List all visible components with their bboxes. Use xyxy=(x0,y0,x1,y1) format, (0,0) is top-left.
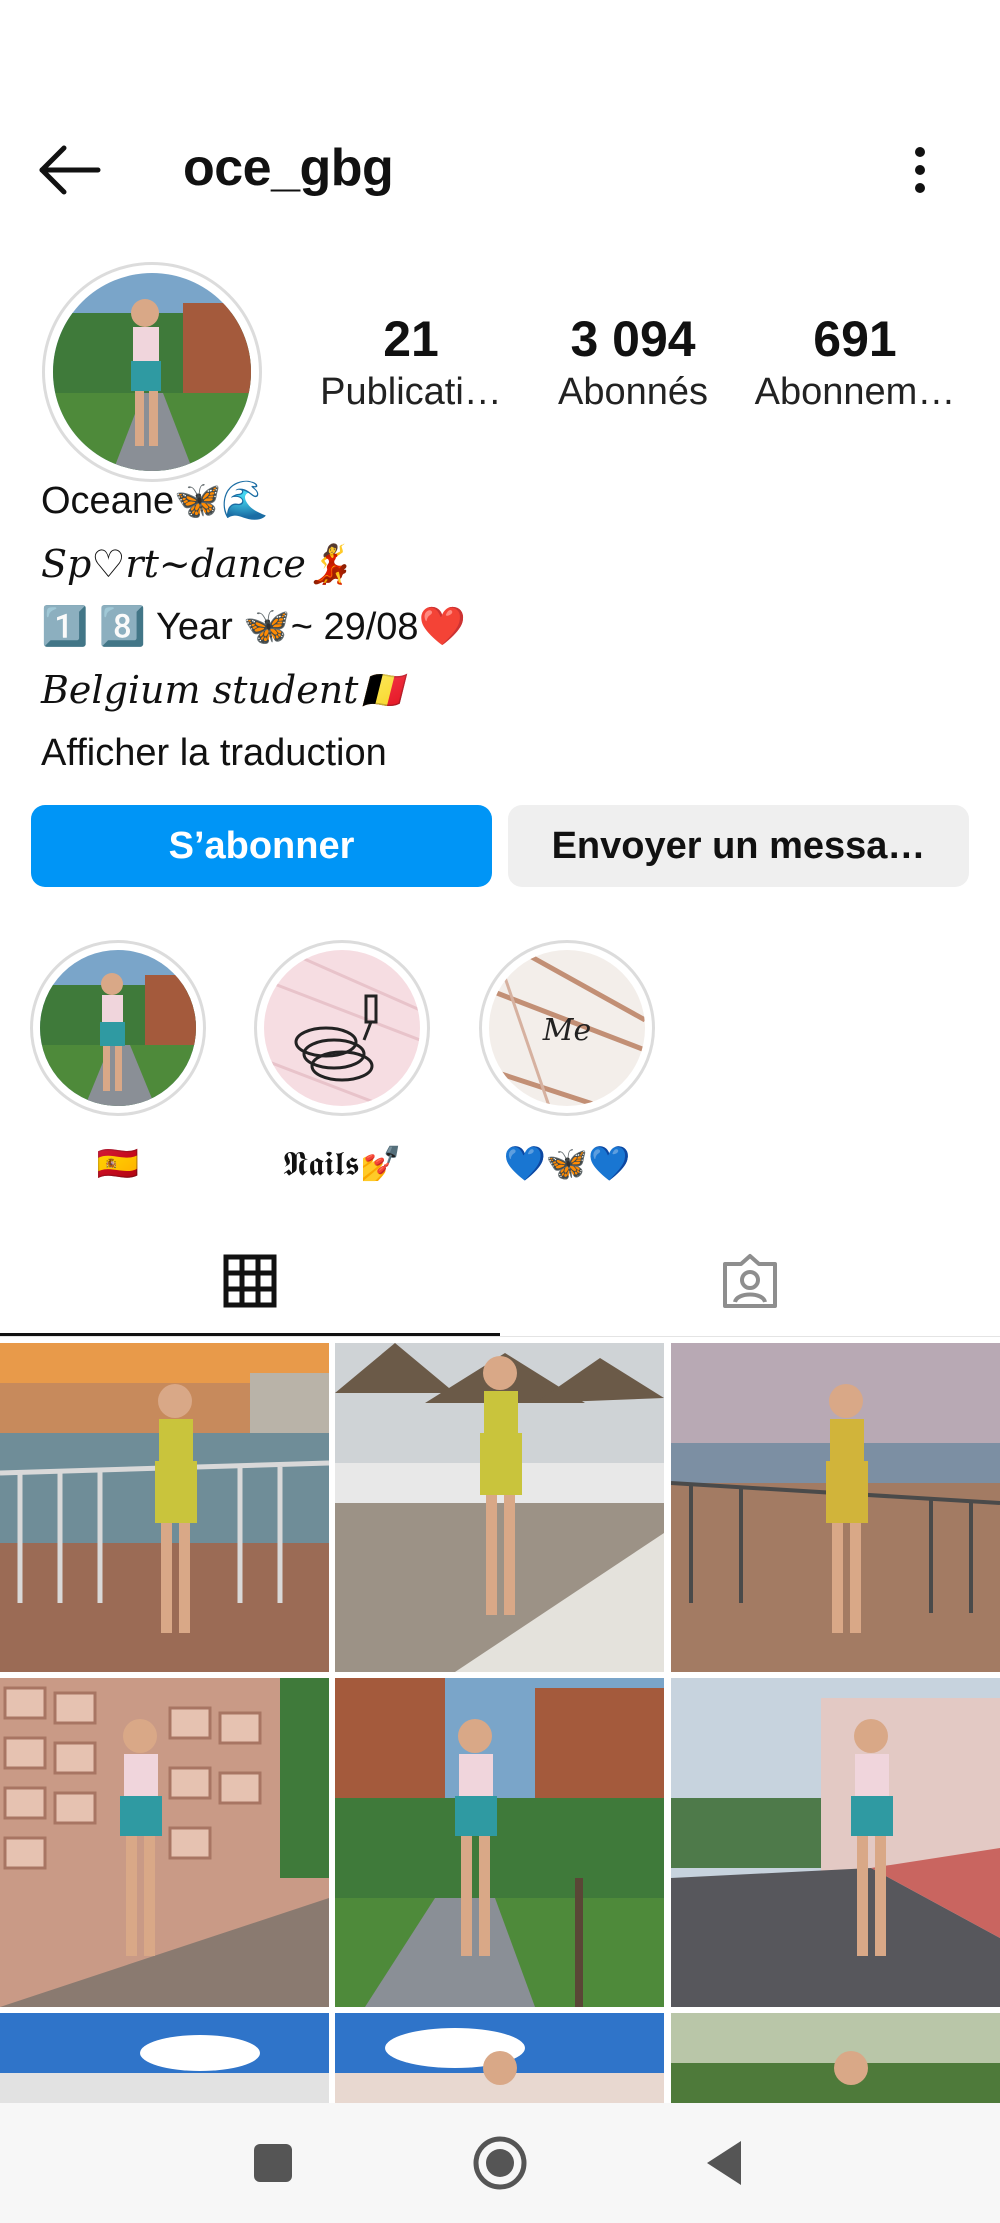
highlight-me[interactable]: Me 💙🦋💙 xyxy=(479,940,655,1184)
tab-tagged[interactable] xyxy=(500,1225,1000,1337)
post-thumbnail[interactable] xyxy=(671,1343,1000,1672)
stat-following-count: 691 xyxy=(813,311,897,367)
more-options-icon[interactable] xyxy=(890,140,950,200)
grid-icon xyxy=(223,1254,277,1308)
highlight-me-text: Me xyxy=(542,1013,591,1048)
stat-posts-count: 21 xyxy=(383,311,439,367)
highlight-me-cover: Me xyxy=(479,940,655,1116)
system-nav-bar xyxy=(0,2103,1000,2223)
stat-following-label: Abonnem… xyxy=(754,371,956,413)
back-nav-icon[interactable] xyxy=(697,2133,757,2193)
profile-username: oce_gbg xyxy=(183,139,394,197)
stat-posts[interactable]: 21 Publicati… xyxy=(296,310,526,416)
translate-link[interactable]: Afficher la traduction xyxy=(41,730,941,776)
bio-name: Oceane🦋🌊 xyxy=(41,480,269,522)
active-tab-indicator xyxy=(0,1333,500,1336)
post-thumbnail[interactable] xyxy=(0,2013,329,2103)
post-thumbnail[interactable] xyxy=(671,2013,1000,2103)
highlight-me-label: 💙🦋💙 xyxy=(503,1145,631,1183)
bio-line-student: Belgium student🇧🇪 xyxy=(41,668,406,712)
post-thumbnail[interactable] xyxy=(0,1678,329,2007)
highlight-nails-cover xyxy=(254,940,430,1116)
follow-button[interactable]: S’abonner xyxy=(31,805,492,887)
post-thumbnail[interactable] xyxy=(335,1343,664,1672)
highlight-spain-label: 🇪🇸 xyxy=(96,1145,140,1183)
top-bar: oce_gbg xyxy=(0,120,1000,220)
highlight-spain-cover xyxy=(30,940,206,1116)
message-button[interactable]: Envoyer un messa… xyxy=(508,805,969,887)
bio-line-sport: Sp♡rt~dance💃 xyxy=(41,542,354,586)
stat-followers-count: 3 094 xyxy=(570,311,696,367)
profile-avatar[interactable] xyxy=(42,262,262,482)
post-thumbnail[interactable] xyxy=(335,2013,664,2103)
highlight-nails[interactable]: 𝕹𝖆𝖎𝖑𝖘💅 xyxy=(254,940,430,1184)
home-icon[interactable] xyxy=(470,2133,530,2193)
stat-following[interactable]: 691 Abonnem… xyxy=(740,310,970,416)
highlight-nails-label: 𝕹𝖆𝖎𝖑𝖘💅 xyxy=(282,1145,402,1183)
profile-tabs xyxy=(0,1225,1000,1337)
profile-bio: Oceane🦋🌊 Sp♡rt~dance💃 1️⃣ 8️⃣ Year 🦋~ 29… xyxy=(41,478,941,776)
status-bar xyxy=(0,0,1000,90)
avatar-image xyxy=(53,273,251,471)
stat-followers[interactable]: 3 094 Abonnés xyxy=(518,310,748,416)
post-thumbnail[interactable] xyxy=(0,1343,329,1672)
post-thumbnail[interactable] xyxy=(335,1678,664,2007)
bio-line-age: 1️⃣ 8️⃣ Year 🦋~ 29/08❤️ xyxy=(41,606,466,648)
stat-posts-label: Publicati… xyxy=(320,371,502,413)
post-thumbnail[interactable] xyxy=(671,1678,1000,2007)
tagged-person-icon xyxy=(723,1254,777,1308)
tab-posts-grid[interactable] xyxy=(0,1225,500,1337)
back-arrow-icon[interactable] xyxy=(36,142,106,198)
recent-apps-icon[interactable] xyxy=(243,2133,303,2193)
stat-followers-label: Abonnés xyxy=(557,371,708,413)
highlight-spain[interactable]: 🇪🇸 xyxy=(30,940,206,1184)
tabs-divider xyxy=(0,1336,1000,1337)
